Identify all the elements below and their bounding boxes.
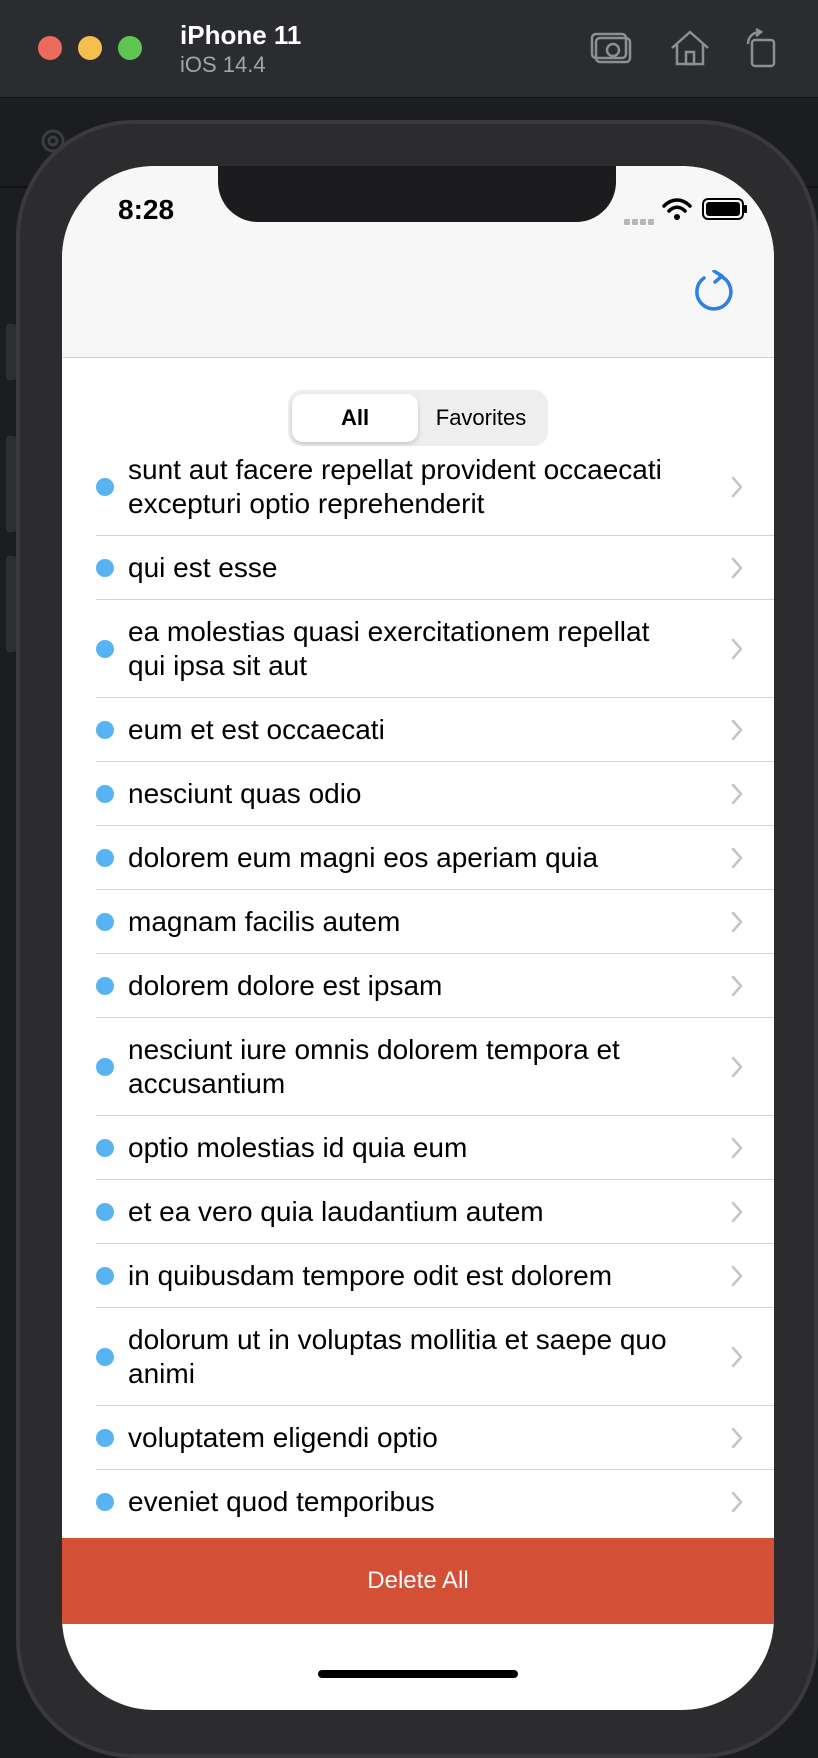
unread-dot-icon: [96, 912, 114, 931]
cellular-signal-icon: [624, 212, 658, 225]
chevron-right-icon: [731, 638, 743, 659]
list-item[interactable]: voluptatem eligendi optio: [96, 1406, 774, 1470]
wifi-icon: [662, 198, 692, 220]
rotate-icon: [746, 27, 776, 68]
editor-side-tab: [6, 556, 16, 652]
post-title: sunt aut facere repellat provident occae…: [128, 453, 662, 519]
chevron-right-icon: [731, 719, 743, 740]
post-title: voluptatem eligendi optio: [128, 1421, 438, 1453]
simulator-os-version: iOS 14.4: [180, 52, 266, 77]
editor-side-tab: [6, 436, 16, 532]
editor-side-tab: [6, 324, 16, 380]
unread-dot-icon: [96, 1492, 114, 1511]
chevron-right-icon: [731, 557, 743, 578]
list-item[interactable]: qui est esse: [96, 536, 774, 600]
phone-screen: 8:28 All Favorites sunt aut facere repel…: [62, 166, 774, 1710]
camera-icon: [590, 32, 632, 64]
chevron-right-icon: [731, 783, 743, 804]
post-title: eum et est occaecati: [128, 713, 385, 745]
post-title: dolorem dolore est ipsam: [128, 969, 443, 1001]
minimize-window-button[interactable]: [78, 36, 102, 60]
zoom-window-button[interactable]: [118, 36, 142, 60]
post-title: magnam facilis autem: [128, 905, 401, 937]
chevron-right-icon: [731, 847, 743, 868]
home-icon: [671, 30, 709, 66]
post-title: nesciunt iure omnis dolorem tempora et a…: [128, 1033, 620, 1099]
battery-icon: [702, 198, 747, 220]
unread-dot-icon: [96, 784, 114, 803]
chevron-right-icon: [731, 975, 743, 996]
unread-dot-icon: [96, 976, 114, 995]
chevron-right-icon: [731, 1201, 743, 1222]
post-title: ea molestias quasi exercitationem repell…: [128, 615, 650, 681]
list-item[interactable]: et ea vero quia laudantium autem: [96, 1180, 774, 1244]
post-title: qui est esse: [128, 551, 278, 583]
post-title: eveniet quod temporibus: [128, 1485, 435, 1517]
unread-dot-icon: [96, 1347, 114, 1366]
unread-dot-icon: [96, 639, 114, 658]
device-notch: [218, 166, 616, 222]
post-title: et ea vero quia laudantium autem: [128, 1195, 544, 1227]
list-item[interactable]: dolorum ut in voluptas mollitia et saepe…: [96, 1308, 774, 1406]
list-item[interactable]: dolorem eum magni eos aperiam quia: [96, 826, 774, 890]
posts-list[interactable]: sunt aut facere repellat provident occae…: [62, 438, 774, 1530]
refresh-button[interactable]: [692, 269, 736, 314]
list-item[interactable]: eveniet quod temporibus: [96, 1470, 774, 1530]
post-title: in quibusdam tempore odit est dolorem: [128, 1259, 613, 1291]
chevron-right-icon: [731, 476, 743, 497]
unread-dot-icon: [96, 848, 114, 867]
chevron-right-icon: [731, 1137, 743, 1158]
chevron-right-icon: [731, 1265, 743, 1286]
close-window-button[interactable]: [38, 36, 62, 60]
home-indicator[interactable]: [318, 1670, 518, 1678]
unread-dot-icon: [96, 1266, 114, 1285]
list-item[interactable]: ea molestias quasi exercitationem repell…: [96, 600, 774, 698]
post-title: optio molestias id quia eum: [128, 1131, 468, 1163]
list-item[interactable]: in quibusdam tempore odit est dolorem: [96, 1244, 774, 1308]
home-button[interactable]: [668, 28, 712, 68]
list-item[interactable]: nesciunt quas odio: [96, 762, 774, 826]
rotate-button[interactable]: [744, 27, 780, 68]
unread-dot-icon: [96, 477, 114, 496]
refresh-icon: [695, 269, 733, 311]
list-item[interactable]: dolorem dolore est ipsam: [96, 954, 774, 1018]
post-title: dolorem eum magni eos aperiam quia: [128, 841, 599, 873]
simulator-device-name: iPhone 11: [180, 20, 302, 50]
status-time: 8:28: [118, 194, 175, 225]
segment-favorites[interactable]: Favorites: [418, 394, 544, 442]
list-item[interactable]: nesciunt iure omnis dolorem tempora et a…: [96, 1018, 774, 1116]
screenshot-button[interactable]: [590, 28, 634, 68]
unread-dot-icon: [96, 720, 114, 739]
list-item[interactable]: eum et est occaecati: [96, 698, 774, 762]
unread-dot-icon: [96, 1138, 114, 1157]
unread-dot-icon: [96, 1057, 114, 1076]
delete-all-button[interactable]: Delete All: [62, 1538, 774, 1624]
unread-dot-icon: [96, 1428, 114, 1447]
list-item[interactable]: sunt aut facere repellat provident occae…: [96, 438, 774, 536]
post-title: nesciunt quas odio: [128, 777, 362, 809]
list-item[interactable]: optio molestias id quia eum: [96, 1116, 774, 1180]
post-title: dolorum ut in voluptas mollitia et saepe…: [128, 1323, 667, 1389]
chevron-right-icon: [731, 1346, 743, 1367]
unread-dot-icon: [96, 558, 114, 577]
list-item[interactable]: magnam facilis autem: [96, 890, 774, 954]
chevron-right-icon: [731, 1427, 743, 1448]
navigation-bar: [62, 250, 774, 358]
chevron-right-icon: [731, 1056, 743, 1077]
segment-all[interactable]: All: [292, 394, 418, 442]
simulator-titlebar: iPhone 11 iOS 14.4: [0, 0, 818, 98]
chevron-right-icon: [731, 1491, 743, 1512]
chevron-right-icon: [731, 911, 743, 932]
unread-dot-icon: [96, 1202, 114, 1221]
